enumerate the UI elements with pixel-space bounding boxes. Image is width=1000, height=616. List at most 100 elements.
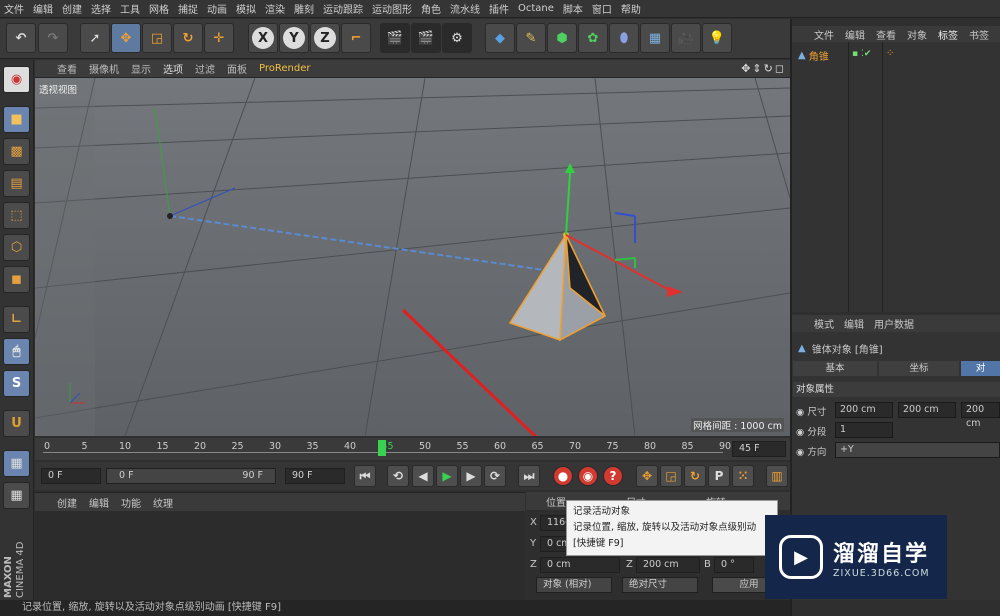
undo-icon[interactable]: ↶ (6, 23, 36, 53)
coordinate-system-icon[interactable]: ⌐ (341, 23, 371, 53)
menu-octane[interactable]: Octane (518, 3, 554, 14)
key-rotation-icon[interactable]: ↻ (684, 465, 706, 487)
viewport-menu-prorender[interactable]: ProRender (259, 63, 310, 74)
light-icon[interactable]: 💡 (702, 23, 732, 53)
menu-sculpt[interactable]: 雕刻 (294, 1, 314, 16)
coord-size-z-field[interactable]: 200 cm (636, 557, 700, 573)
subdivision-icon[interactable]: ⬢ (547, 23, 577, 53)
end-frame-field[interactable]: 90 F (285, 468, 345, 484)
next-key-icon[interactable]: ⟳ (484, 465, 506, 487)
menu-mograph[interactable]: 运动图形 (372, 1, 412, 16)
workplane-lock-icon[interactable]: ▦ (3, 450, 30, 477)
viewport-menu-display[interactable]: 显示 (131, 61, 151, 76)
menu-script[interactable]: 脚本 (563, 1, 583, 16)
snapping-icon[interactable]: S (3, 370, 30, 397)
coord-size-mode-dropdown[interactable]: 绝对尺寸 (622, 577, 698, 593)
om-menu-edit[interactable]: 编辑 (845, 27, 865, 42)
redo-icon[interactable]: ↷ (38, 23, 68, 53)
timeline[interactable]: 0 5 10 15 20 25 30 35 40 45 50 55 60 65 70 75 80 85 90 45 … (35, 438, 790, 460)
menu-help[interactable]: 帮助 (621, 1, 641, 16)
menu-plugins[interactable]: 插件 (489, 1, 509, 16)
scale-tool-icon[interactable]: ◲ (142, 23, 172, 53)
key-scale-icon[interactable]: ◲ (660, 465, 682, 487)
next-frame-icon[interactable]: ▶ (460, 465, 482, 487)
select-tool-icon[interactable]: ➚ (80, 23, 110, 53)
size-x-field[interactable]: 200 cm (835, 402, 893, 418)
play-icon[interactable]: ▶ (436, 465, 458, 487)
viewport-nav-icons[interactable]: ✥⇕↻◻ (741, 62, 786, 75)
record-active-objects-icon[interactable]: ● (553, 466, 573, 486)
z-axis-lock-icon[interactable]: Z (310, 23, 340, 53)
go-to-start-icon[interactable]: ⏮ (354, 465, 376, 487)
cube-primitive-icon[interactable]: ◆ (485, 23, 515, 53)
tweak-mode-icon[interactable]: 🖱 (3, 338, 30, 365)
floor-icon[interactable]: ▦ (640, 23, 670, 53)
attr-menu-mode[interactable]: 模式 (814, 316, 834, 331)
tab-coord[interactable]: 坐标 (879, 361, 959, 376)
previous-key-icon[interactable]: ⟲ (387, 465, 409, 487)
coord-mode-dropdown[interactable]: 对象 (相对) (536, 577, 612, 593)
magnet-icon[interactable]: U (3, 410, 30, 437)
menu-simulate[interactable]: 模拟 (236, 1, 256, 16)
attr-menu-edit[interactable]: 编辑 (844, 316, 864, 331)
menu-select[interactable]: 选择 (91, 1, 111, 16)
viewport-menu-options[interactable]: 选项 (163, 61, 183, 76)
material-menu-texture[interactable]: 纹理 (153, 495, 173, 510)
menu-tools[interactable]: 工具 (120, 1, 140, 16)
om-menu-bookmarks[interactable]: 书签 (969, 27, 989, 42)
viewport-menu-cameras[interactable]: 摄像机 (89, 61, 119, 76)
menu-edit[interactable]: 编辑 (33, 1, 53, 16)
size-z-field[interactable]: 200 cm (961, 402, 1000, 429)
transform-tool-icon[interactable]: ✛ (204, 23, 234, 53)
attr-menu-userdata[interactable]: 用户数据 (874, 316, 914, 331)
key-points-icon[interactable]: ⁙ (732, 465, 754, 487)
make-editable-icon[interactable]: ◉ (3, 66, 30, 93)
menu-file[interactable]: 文件 (4, 1, 24, 16)
orientation-dropdown[interactable]: +Y (835, 442, 1000, 458)
menu-window[interactable]: 窗口 (592, 1, 612, 16)
object-row-pyramid[interactable]: ▲ 角锥 (798, 48, 829, 63)
rotate-tool-icon[interactable]: ↻ (173, 23, 203, 53)
y-axis-lock-icon[interactable]: Y (279, 23, 309, 53)
viewport-menu-panel[interactable]: 面板 (227, 61, 247, 76)
render-picture-viewer-icon[interactable]: 🎬 (411, 23, 441, 53)
menu-render[interactable]: 渲染 (265, 1, 285, 16)
previous-frame-icon[interactable]: ◀ (412, 465, 434, 487)
workplane-icon[interactable]: ▦ (3, 482, 30, 509)
menu-snap[interactable]: 捕捉 (178, 1, 198, 16)
om-menu-file[interactable]: 文件 (814, 27, 834, 42)
coord-b-field[interactable]: 0 ° (714, 557, 754, 573)
playhead[interactable] (378, 440, 386, 456)
visibility-icons[interactable]: ▪ ⁚✔ (852, 49, 871, 59)
size-y-field[interactable]: 200 cm (898, 402, 956, 418)
viewport[interactable]: 透视视图 网格间距 : 1000 cm (35, 78, 790, 436)
camera-icon[interactable]: 🎥 (671, 23, 701, 53)
axis-mode-icon[interactable]: ∟ (3, 306, 30, 333)
points-mode-icon[interactable]: ⬚ (3, 202, 30, 229)
om-menu-tags[interactable]: 标签 (938, 27, 958, 42)
menu-mesh[interactable]: 网格 (149, 1, 169, 16)
menu-animate[interactable]: 动画 (207, 1, 227, 16)
model-mode-icon[interactable]: ■ (3, 106, 30, 133)
om-menu-objects[interactable]: 对象 (907, 27, 927, 42)
current-frame-field[interactable]: 45 F (732, 441, 786, 457)
menu-motion-tracker[interactable]: 运动跟踪 (323, 1, 363, 16)
keyframe-selection-icon[interactable]: ? (603, 466, 623, 486)
tab-object[interactable]: 对 (961, 361, 1000, 376)
menu-create[interactable]: 创建 (62, 1, 82, 16)
om-menu-view[interactable]: 查看 (876, 27, 896, 42)
menu-pipeline[interactable]: 流水线 (450, 1, 480, 16)
edges-mode-icon[interactable]: ⬡ (3, 234, 30, 261)
coord-z-field[interactable]: 0 cm (540, 557, 620, 573)
pen-spline-icon[interactable]: ✎ (516, 23, 546, 53)
menu-character[interactable]: 角色 (421, 1, 441, 16)
material-menu-create[interactable]: 创建 (57, 495, 77, 510)
deformer-icon[interactable]: ⬮ (609, 23, 639, 53)
key-parameter-icon[interactable]: P (708, 465, 730, 487)
tag-icon[interactable]: ⁘ (886, 48, 894, 59)
autokeying-icon[interactable]: ◉ (578, 466, 598, 486)
texture-mode-icon[interactable]: ▩ (3, 138, 30, 165)
timeline-window-icon[interactable]: ▥ (766, 465, 788, 487)
render-settings-icon[interactable]: ⚙ (442, 23, 472, 53)
go-to-end-icon[interactable]: ⏭ (518, 465, 540, 487)
